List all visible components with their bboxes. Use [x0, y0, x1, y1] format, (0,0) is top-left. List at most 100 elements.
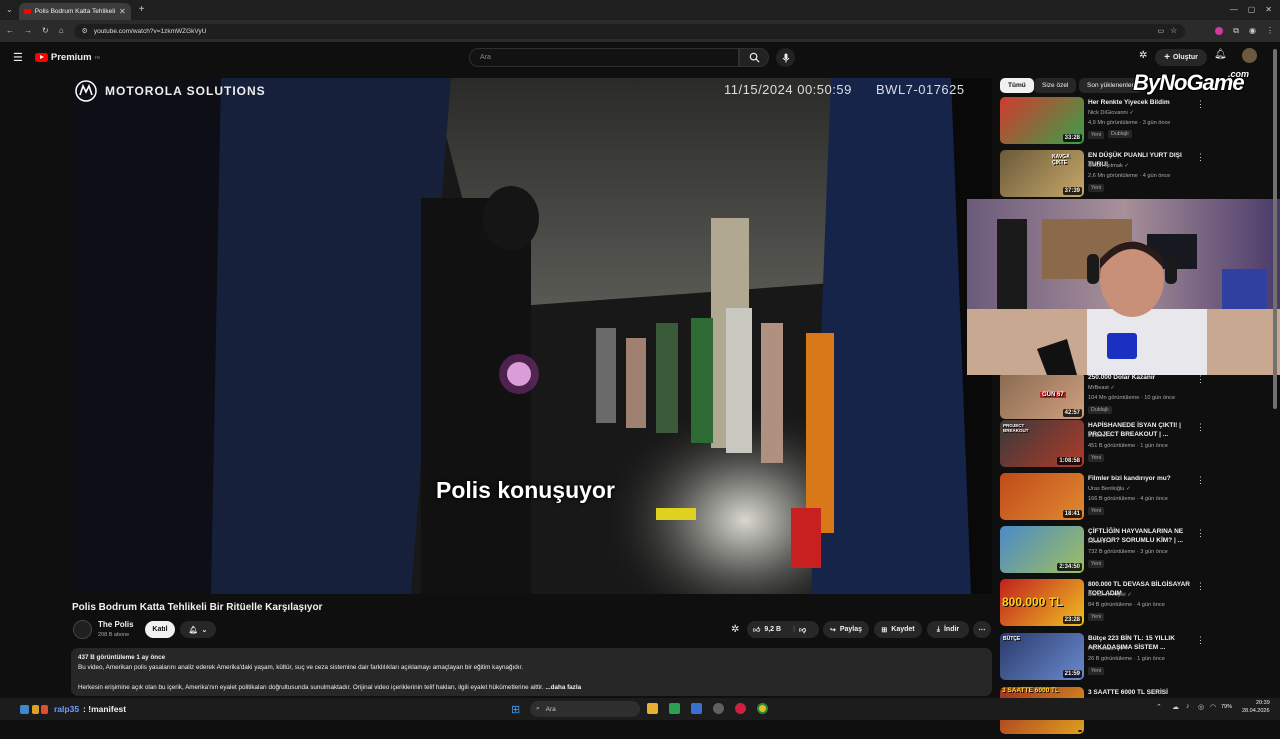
hamburger-menu-icon[interactable]: ☰: [13, 51, 23, 64]
recommended-video-item[interactable]: 1:08:58 PROJECT BREAKOUT HAPİSHANEDE İSYAN…: [1000, 420, 1210, 472]
battery-level[interactable]: 79%: [1221, 704, 1232, 710]
like-count[interactable]: 9,2 B: [764, 626, 781, 633]
video-thumbnail[interactable]: 42:57 GÜN 67: [1000, 372, 1084, 419]
back-icon[interactable]: ←: [6, 27, 14, 35]
more-options-icon[interactable]: ⋮: [1196, 528, 1205, 539]
bookmark-star-icon[interactable]: ☆: [1170, 27, 1177, 35]
page-scrollbar[interactable]: [1272, 44, 1278, 410]
new-tab-icon[interactable]: +: [139, 5, 145, 15]
close-tab-icon[interactable]: ✕: [119, 7, 126, 16]
extensions-puzzle-icon[interactable]: ⧉: [1233, 27, 1239, 35]
notification-settings-button[interactable]: 🔔︎ ⌄: [180, 621, 216, 638]
recommended-video-title[interactable]: Filmler bizi kandırıyor mu?: [1088, 474, 1198, 483]
reload-icon[interactable]: ↻: [42, 27, 49, 35]
app-tray-icon-3[interactable]: [41, 704, 48, 714]
home-icon[interactable]: ⌂: [59, 27, 64, 35]
app-tray-icon[interactable]: [20, 704, 29, 714]
clock-date[interactable]: 28.04.2026: [1242, 708, 1270, 714]
more-options-icon[interactable]: ⋮: [1196, 475, 1205, 486]
recommended-video-item[interactable]: 2:34:50 ÇİFTLİĞİN HAYVANLARINA NE OLUYOR?…: [1000, 526, 1210, 578]
recommended-video-item[interactable]: 21:59 BÜTÇE Bütçe 223 BİN TL: 15 YILLIK AR…: [1000, 633, 1210, 685]
description-box[interactable]: 437 B görüntüleme 1 ay önce Bu video, Am…: [71, 648, 992, 696]
recommended-video-title[interactable]: 3 SAATTE 6000 TL SERİSİ: [1088, 688, 1198, 697]
media-app-icon[interactable]: [735, 703, 746, 714]
more-options-icon[interactable]: ⋮: [1196, 152, 1205, 163]
video-thumbnail[interactable]: 33:28: [1000, 97, 1084, 144]
more-options-icon[interactable]: ⋮: [1196, 374, 1205, 385]
excel-app-icon[interactable]: [669, 703, 680, 714]
clock-time[interactable]: 20:39: [1256, 700, 1270, 706]
browser-menu-icon[interactable]: ⋮: [1266, 27, 1274, 35]
notifications-bell-icon[interactable]: 🔔︎: [1214, 49, 1227, 60]
avatar[interactable]: [1242, 48, 1257, 63]
channel-avatar[interactable]: [73, 620, 92, 639]
more-options-icon[interactable]: ⋮: [1196, 99, 1205, 110]
video-thumbnail[interactable]: 37:39 KAVGA ÇIKTE: [1000, 150, 1084, 197]
url-field[interactable]: ⚙ youtube.com/watch?v=1zkmWZGkVyU ▭ ☆: [73, 23, 1186, 39]
profile-icon[interactable]: ◉: [1249, 27, 1256, 35]
tab-list-icon[interactable]: ⌄: [6, 6, 13, 14]
windows-start-icon[interactable]: ⊞: [511, 703, 520, 716]
video-thumbnail[interactable]: 21:59 BÜTÇE: [1000, 633, 1084, 680]
video-thumbnail[interactable]: 2:34:50: [1000, 526, 1084, 573]
tray-extra-icon-2[interactable]: ♪: [1186, 703, 1190, 710]
maximize-icon[interactable]: ▢: [1248, 6, 1256, 14]
channel-name[interactable]: The Polis: [98, 620, 134, 629]
recommended-video-item[interactable]: 33:28 Her Renkte Yiyecek Bildim Nick DiGio…: [1000, 97, 1210, 149]
video-thumbnail[interactable]: 23:28 800.000 TL: [1000, 579, 1084, 626]
minimize-icon[interactable]: —: [1230, 6, 1238, 14]
bodycam-brand: MOTOROLA SOLUTIONS: [105, 84, 266, 98]
recommended-video-item[interactable]: 42:57 GÜN 67 250.000 Dolar Kazanır MrBeast …: [1000, 372, 1210, 424]
share-button[interactable]: ↪ Paylaş: [823, 621, 869, 638]
download-button[interactable]: ⤓ İndir: [927, 621, 969, 638]
chip-all[interactable]: Tümü: [1000, 78, 1034, 93]
join-button[interactable]: Katıl: [145, 621, 175, 638]
obs-app-icon[interactable]: [713, 703, 724, 714]
video-player[interactable]: MOTOROLA SOLUTIONS 11/15/2024 00:50:59 B…: [71, 78, 992, 594]
taskbar-search[interactable]: ⌕ Ara: [530, 701, 640, 717]
recommended-video-item[interactable]: 37:39 KAVGA ÇIKTE EN DÜŞÜK PUANLI YURT DIŞ…: [1000, 150, 1210, 202]
forward-icon[interactable]: →: [24, 27, 32, 35]
taskbar-search-label: Ara: [545, 705, 556, 713]
recommended-channel: Elraenn ✓: [1088, 433, 1114, 439]
tray-extra-icon[interactable]: ☁: [1172, 703, 1179, 711]
recommended-channel-name: MrBeast: [1088, 385, 1109, 391]
thumbs-up-icon[interactable]: 👍︎: [753, 625, 760, 634]
close-window-icon[interactable]: ✕: [1265, 6, 1272, 14]
recommended-video-item[interactable]: 23:28 800.000 TL 800.000 TL DEVASA BİLGİSA…: [1000, 579, 1210, 631]
voice-search-button[interactable]: [776, 48, 795, 67]
tray-chevron-icon[interactable]: ⌃: [1156, 703, 1162, 711]
more-actions-button[interactable]: ⋯: [973, 621, 991, 638]
wifi-icon[interactable]: ◠: [1210, 703, 1216, 711]
chat-sparkle-icon[interactable]: ✲: [1139, 50, 1147, 61]
site-info-icon[interactable]: ⚙: [82, 28, 88, 35]
chrome-app-icon[interactable]: [757, 703, 768, 714]
ask-sparkle-icon[interactable]: ✲: [731, 624, 739, 635]
more-options-icon[interactable]: ⋮: [1196, 422, 1205, 433]
app-tray-icon-2[interactable]: [32, 704, 39, 714]
more-options-icon[interactable]: ⋮: [1196, 581, 1205, 592]
video-thumbnail[interactable]: 1:08:58 PROJECT BREAKOUT: [1000, 420, 1084, 467]
browser-tab[interactable]: Polis Bodrum Katta Tehlikeli Bir ✕: [18, 3, 131, 20]
create-button[interactable]: + Oluştur: [1155, 49, 1207, 66]
youtube-logo[interactable]: Premium TR: [34, 51, 100, 63]
thumbs-down-icon[interactable]: 👎︎: [799, 625, 806, 634]
search-input[interactable]: Ara: [469, 48, 739, 67]
brand-text: Premium: [50, 51, 92, 63]
chip-for-you[interactable]: Size özel: [1034, 78, 1077, 93]
tray-extra-icon-3[interactable]: ◎: [1198, 703, 1204, 711]
save-button[interactable]: ⊞ Kaydet: [874, 621, 922, 638]
cast-icon[interactable]: ▭: [1158, 28, 1165, 35]
file-explorer-icon[interactable]: [647, 703, 658, 714]
recommended-video-item[interactable]: 18:41 Filmler bizi kandırıyor mu? Uras Ben…: [1000, 473, 1210, 525]
show-more-link[interactable]: ...daha fazla: [545, 684, 581, 691]
extension-icon[interactable]: [1215, 27, 1224, 35]
url-text: youtube.com/watch?v=1zkmWZGkVyU: [93, 27, 207, 35]
more-options-icon[interactable]: ⋮: [1196, 635, 1205, 646]
recommended-badge: Dublajlı: [1088, 406, 1112, 414]
search-button[interactable]: [739, 48, 769, 67]
recommended-video-title[interactable]: Her Renkte Yiyecek Bildim: [1088, 98, 1198, 107]
video-thumbnail[interactable]: 18:41: [1000, 473, 1084, 520]
scrollbar-thumb[interactable]: [1273, 49, 1277, 409]
word-app-icon[interactable]: [691, 703, 702, 714]
